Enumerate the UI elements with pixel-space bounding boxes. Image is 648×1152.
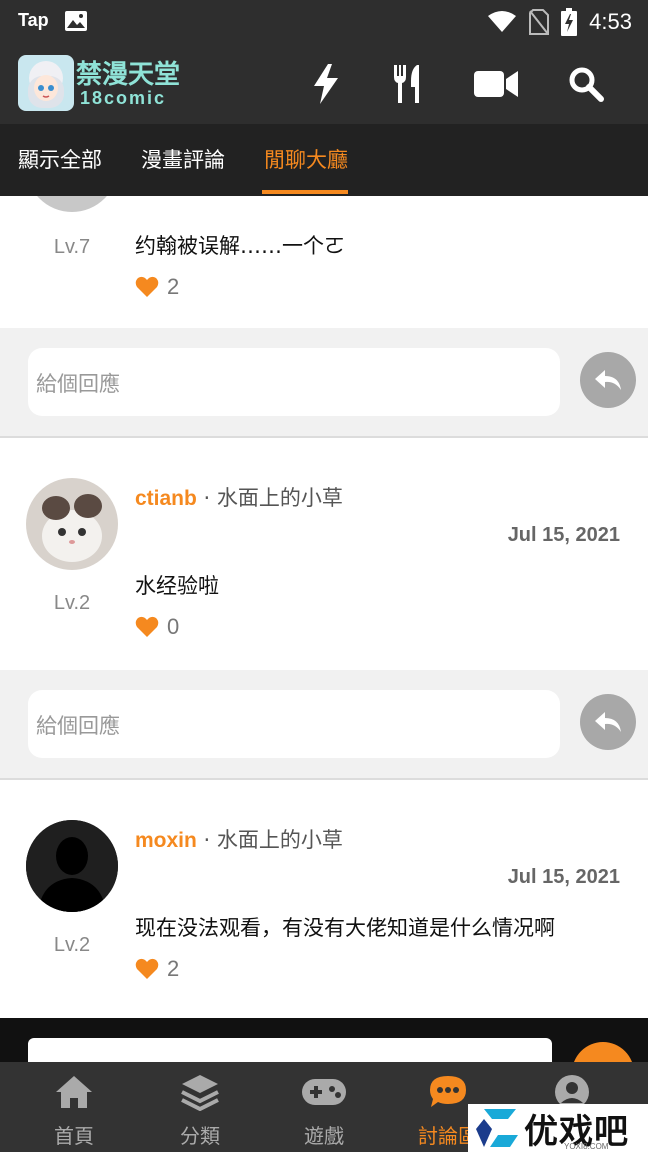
- like-button[interactable]: 0: [135, 614, 179, 640]
- active-tab-indicator: [262, 190, 348, 194]
- watermark-logo-icon: [476, 1109, 518, 1147]
- layers-icon: [150, 1072, 250, 1112]
- author-line: moxin · 水面上的小草: [135, 824, 343, 854]
- site-watermark: 优戏吧 YOXI8.COM: [468, 1104, 648, 1152]
- avatar[interactable]: [26, 820, 118, 912]
- user-level: Lv.2: [53, 592, 91, 614]
- comment-item: Lv.2 moxin · 水面上的小草 Jul 15, 2021 现在没法观看，…: [0, 780, 648, 1018]
- nav-categories[interactable]: 分類: [150, 1072, 250, 1149]
- comment-item: Lv.2 ctianb · 水面上的小草 Jul 15, 2021 水经验啦 0: [0, 438, 648, 670]
- avatar[interactable]: [26, 478, 118, 570]
- author-name[interactable]: ctianb: [135, 487, 197, 510]
- compose-input[interactable]: [28, 1038, 552, 1064]
- reply-arrow-icon: [595, 712, 621, 732]
- wifi-icon: [488, 11, 517, 32]
- like-button[interactable]: 2: [135, 956, 179, 982]
- watermark-subtext: YOXI8.COM: [564, 1142, 609, 1151]
- user-level: Lv.7: [53, 236, 91, 258]
- reply-button[interactable]: [580, 352, 636, 408]
- comment-text: 约翰被误解……一个ㄛ: [135, 234, 345, 258]
- author-line: ctianb · 水面上的小草: [135, 482, 343, 512]
- comment-date: Jul 15, 2021: [507, 524, 620, 546]
- logo-text: 禁漫天堂: [76, 60, 181, 90]
- author-name[interactable]: moxin: [135, 829, 197, 852]
- avatar[interactable]: [26, 196, 118, 212]
- image-notification-icon: [65, 11, 87, 31]
- like-button[interactable]: 2: [135, 274, 179, 300]
- comment-text: 现在没法观看，有没有大佬知道是什么情况啊: [135, 916, 555, 940]
- comment-text: 水经验啦: [135, 574, 219, 598]
- app-logo[interactable]: 禁漫天堂 18comic: [18, 54, 198, 114]
- tab-chat-lobby[interactable]: 閒聊大廳: [264, 144, 348, 174]
- tab-show-all[interactable]: 顯示全部: [18, 144, 102, 174]
- gamepad-icon: [274, 1072, 374, 1112]
- heart-icon: [135, 958, 159, 979]
- compose-bar: [0, 1018, 648, 1064]
- like-count: 2: [167, 956, 180, 981]
- heart-icon: [135, 276, 159, 297]
- nav-label: 分類: [180, 1124, 220, 1148]
- like-count: 0: [167, 614, 180, 639]
- heart-icon: [135, 616, 159, 637]
- send-button[interactable]: [572, 1042, 634, 1064]
- nav-games[interactable]: 遊戲: [274, 1072, 374, 1149]
- status-icons: 4:53: [487, 6, 632, 38]
- nav-label: 遊戲: [304, 1124, 344, 1148]
- logo-subtext: 18comic: [80, 88, 167, 108]
- utensils-icon[interactable]: [386, 62, 430, 106]
- tab-comic-reviews[interactable]: 漫畫評論: [141, 144, 225, 174]
- nav-label: 首頁: [54, 1124, 94, 1148]
- battery-charging-icon: [561, 8, 578, 36]
- like-count: 2: [167, 274, 180, 299]
- comment-date: Jul 15, 2021: [507, 866, 620, 888]
- category-tabs: 顯示全部 漫畫評論 閒聊大廳: [0, 124, 648, 196]
- home-icon: [24, 1072, 124, 1112]
- search-icon[interactable]: [564, 62, 608, 106]
- reply-section: 給個回應: [0, 670, 648, 780]
- user-level: Lv.2: [53, 934, 91, 956]
- lightning-icon[interactable]: [304, 62, 348, 106]
- clock: 4:53: [589, 9, 632, 34]
- status-bar: Tap 4:53: [0, 0, 648, 44]
- topic-name[interactable]: · 水面上的小草: [204, 828, 343, 852]
- carrier-label: Tap: [18, 10, 49, 30]
- video-icon[interactable]: [474, 62, 518, 106]
- comment-feed[interactable]: Lv.7 约翰被误解……一个ㄛ 2 給個回應 Lv.2 ctianb · 水面上…: [0, 196, 648, 1018]
- nav-home[interactable]: 首頁: [24, 1072, 124, 1149]
- app-header: 禁漫天堂 18comic: [0, 44, 648, 124]
- reply-section: 給個回應: [0, 328, 648, 438]
- reply-input[interactable]: 給個回應: [28, 690, 560, 758]
- reply-arrow-icon: [595, 370, 621, 390]
- topic-name[interactable]: · 水面上的小草: [204, 486, 343, 510]
- reply-input[interactable]: 給個回應: [28, 348, 560, 416]
- reply-button[interactable]: [580, 694, 636, 750]
- no-sim-icon: [529, 9, 550, 35]
- comment-item: Lv.7 约翰被误解……一个ㄛ 2: [0, 196, 648, 328]
